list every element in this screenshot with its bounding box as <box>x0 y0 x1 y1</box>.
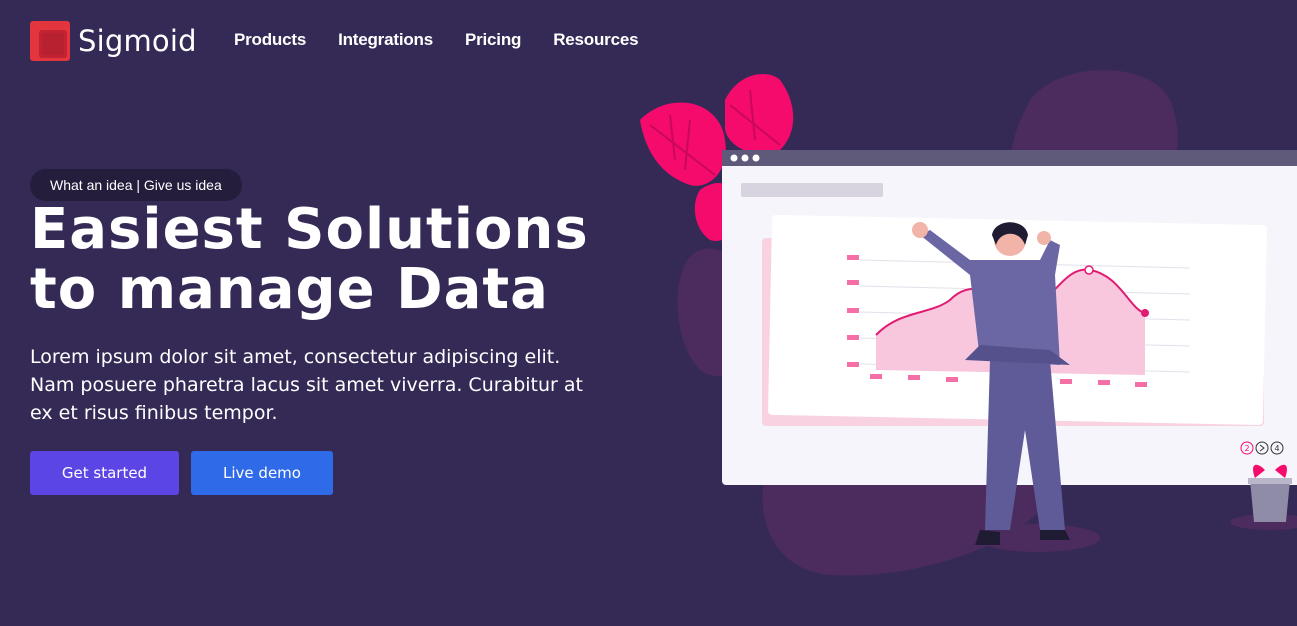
hero-title-line1: Easiest Solutions <box>30 197 589 262</box>
get-started-button[interactable]: Get started <box>30 451 179 495</box>
nav-item-integrations[interactable]: Integrations <box>338 30 433 50</box>
nav-item-products[interactable]: Products <box>234 30 306 50</box>
brand-logo-link[interactable]: Sigmoid <box>30 21 197 61</box>
logo-icon <box>30 21 70 61</box>
nav-item-pricing[interactable]: Pricing <box>465 30 521 50</box>
pager-page-4: 4 <box>1274 444 1279 453</box>
hero-description: Lorem ipsum dolor sit amet, consectetur … <box>30 346 583 424</box>
live-demo-button[interactable]: Live demo <box>191 451 333 495</box>
main-nav: Products Integrations Pricing Resources <box>234 30 670 50</box>
hero-title-line2: to manage Data <box>30 257 549 322</box>
brand-name: Sigmoid <box>78 24 197 58</box>
pager-page-2: 2 <box>1244 444 1249 453</box>
hero-title: Easiest Solutions to manage Data <box>30 200 630 320</box>
nav-item-resources[interactable]: Resources <box>553 30 638 50</box>
hero-illustration: 2 4 <box>640 70 1297 576</box>
